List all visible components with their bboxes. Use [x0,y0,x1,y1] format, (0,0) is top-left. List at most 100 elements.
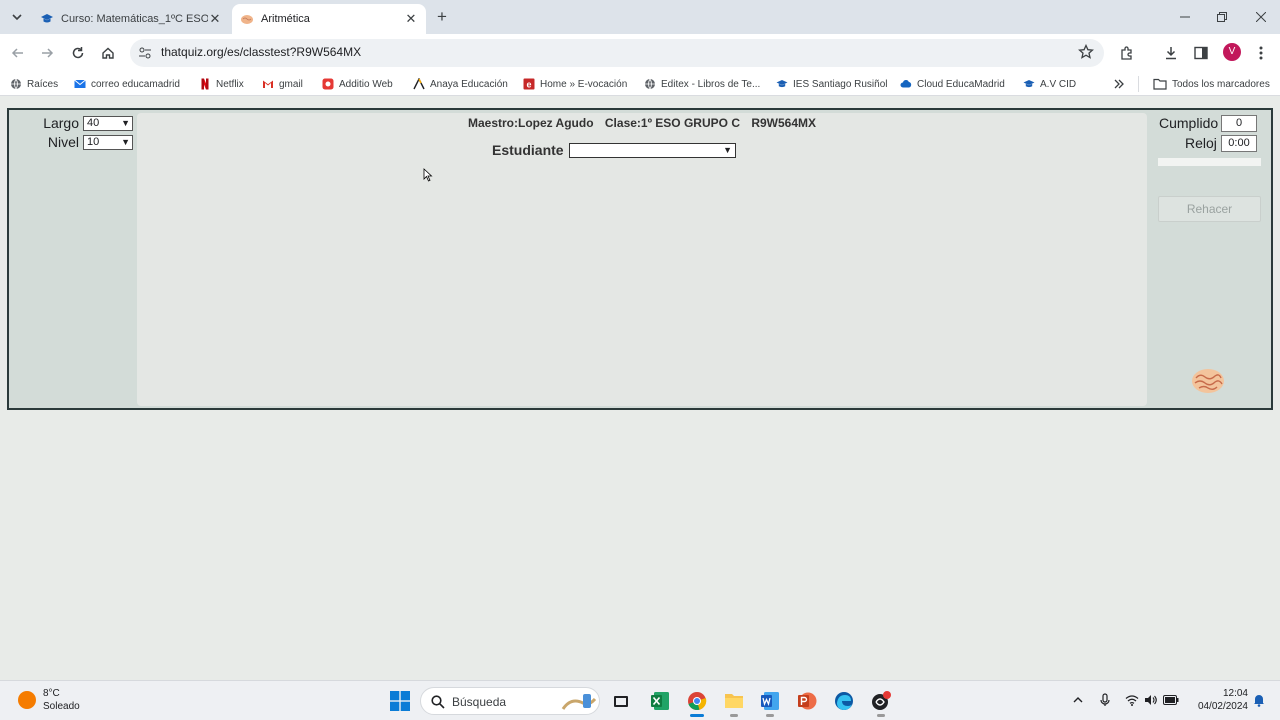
bookmark-star-icon[interactable] [1078,44,1094,60]
bookmark-raices[interactable]: Raíces [10,77,58,91]
address-bar[interactable]: thatquiz.org/es/classtest?R9W564MX [130,39,1104,67]
close-window-button[interactable] [1249,8,1273,26]
progress-bar [1158,158,1261,166]
anaya-icon [413,78,425,90]
bookmark-cloud-educamadrid[interactable]: Cloud EducaMadrid [900,77,1005,91]
bookmark-additio-web[interactable]: Additio Web [322,77,393,91]
folder-icon [1153,78,1167,90]
tray-volume[interactable] [1143,692,1159,708]
taskbar-chrome[interactable] [685,689,709,713]
profile-avatar[interactable]: V [1223,43,1241,61]
side-panel-icon [1194,46,1208,60]
bookmark-label: Home » E-vocación [540,78,628,90]
taskbar-search[interactable]: Búsqueda [420,687,600,715]
home-button[interactable] [98,43,118,63]
puzzle-icon [1121,46,1132,60]
chrome-active-indicator [690,714,704,717]
bookmark-label: Cloud EducaMadrid [917,78,1005,90]
bookmark-editex[interactable]: Editex - Libros de Te... [644,77,760,91]
restore-icon [1217,12,1227,22]
search-icon [431,695,445,709]
arrow-right-icon [42,48,54,58]
extensions-button[interactable] [1117,43,1137,63]
all-bookmarks-button[interactable]: Todos los marcadores [1153,77,1270,91]
graduation-cap-icon [41,14,53,23]
tray-wifi[interactable] [1124,692,1140,708]
class-name: Clase:1º ESO GRUPO C [604,116,740,130]
bookmark-label: IES Santiago Rusiñol [793,78,888,90]
windows-start-icon[interactable] [390,691,410,711]
length-select[interactable]: 40 ▼ [83,116,133,131]
evocacion-icon: e [523,78,535,90]
minimize-button[interactable] [1173,8,1197,26]
mail-icon [74,79,86,88]
taskbar-word[interactable] [758,689,782,713]
bookmark-correo-educamadrid[interactable]: correo educamadrid [74,77,180,91]
level-select[interactable]: 10 ▼ [83,135,133,150]
globe-icon [11,78,21,90]
site-info-icon [139,47,151,59]
close-icon[interactable]: ✕ [208,11,222,26]
tray-overflow-button[interactable] [1070,692,1086,708]
taskbar-powerpoint[interactable] [795,689,819,713]
downloads-button[interactable] [1161,43,1181,63]
bookmark-label: Netflix [216,78,244,90]
new-tab-button[interactable]: + [432,8,452,26]
task-view-icon [614,696,628,707]
clock-value: 0:00 [1221,135,1257,152]
taskbar-excel[interactable] [648,689,672,713]
bookmark-label: Raíces [27,78,59,90]
bookmark-av-cid[interactable]: A.V CID [1023,77,1076,91]
speaker-icon [1145,695,1157,705]
app-badge-icon [872,691,891,710]
bookmark-label: Anaya Educación [430,78,508,90]
tab-aritmetica[interactable]: Aritmética ✕ [232,4,426,34]
clock-date[interactable]: 04/02/2024 [1190,701,1248,712]
taskbar-edge[interactable] [832,689,856,713]
bookmark-label: A.V CID [1040,78,1077,90]
bookmark-label: correo educamadrid [91,78,180,90]
taskbar-file-explorer[interactable] [722,689,746,713]
chevron-down-icon: ▼ [121,118,130,128]
search-highlight-icon [561,694,597,710]
bookmark-e-vocacion[interactable]: e Home » E-vocación [523,77,627,91]
bookmark-label: Additio Web [339,78,393,90]
sun-icon[interactable] [18,691,36,709]
graduation-cap-icon [1023,80,1035,88]
gmail-icon [263,80,273,88]
forward-button[interactable] [37,43,57,63]
weather-temperature[interactable]: 8°C [43,688,60,699]
browser-menu-button[interactable] [1251,43,1271,63]
tray-battery[interactable] [1163,692,1179,708]
wifi-icon [1125,695,1139,706]
redo-button[interactable]: Rehacer [1158,196,1261,222]
excel-icon [651,692,669,710]
tray-microphone[interactable] [1097,692,1113,708]
notifications-button[interactable] [1251,692,1267,708]
bookmarks-bar: Raíces correo educamadrid Netflix gmail … [0,72,1280,96]
taskbar-app-unread[interactable] [869,689,893,713]
bookmark-gmail[interactable]: gmail [262,77,303,91]
student-select[interactable]: ▼ [569,143,736,158]
close-icon[interactable]: ✕ [404,11,418,26]
reload-button[interactable] [68,43,88,63]
all-bookmarks-label: Todos los marcadores [1172,78,1270,90]
taskbar-task-view[interactable] [609,689,633,713]
more-bookmarks-button[interactable] [1114,77,1124,91]
chevron-down-icon [12,14,22,21]
bell-icon [1254,695,1264,707]
restore-button[interactable] [1210,8,1234,26]
back-button[interactable] [8,43,28,63]
tab-search-button[interactable] [6,7,28,27]
chevron-double-right-icon [1114,79,1124,89]
quiz-frame: Largo 40 ▼ Nivel 10 ▼ Maestro:Lopez Agud… [7,108,1273,410]
side-panel-button[interactable] [1191,43,1211,63]
close-icon [1256,12,1266,22]
weather-description[interactable]: Soleado [43,701,80,712]
bookmark-netflix[interactable]: Netflix [199,77,244,91]
tab-curso[interactable]: Curso: Matemáticas_1ºC ESO_V ✕ [32,4,230,34]
bookmark-anaya-educacion[interactable]: Anaya Educación [413,77,508,91]
clock-time[interactable]: 12:04 [1212,688,1248,699]
arrow-left-icon [11,48,23,58]
bookmark-ies-santiago-rusinol[interactable]: IES Santiago Rusiñol [776,77,888,91]
